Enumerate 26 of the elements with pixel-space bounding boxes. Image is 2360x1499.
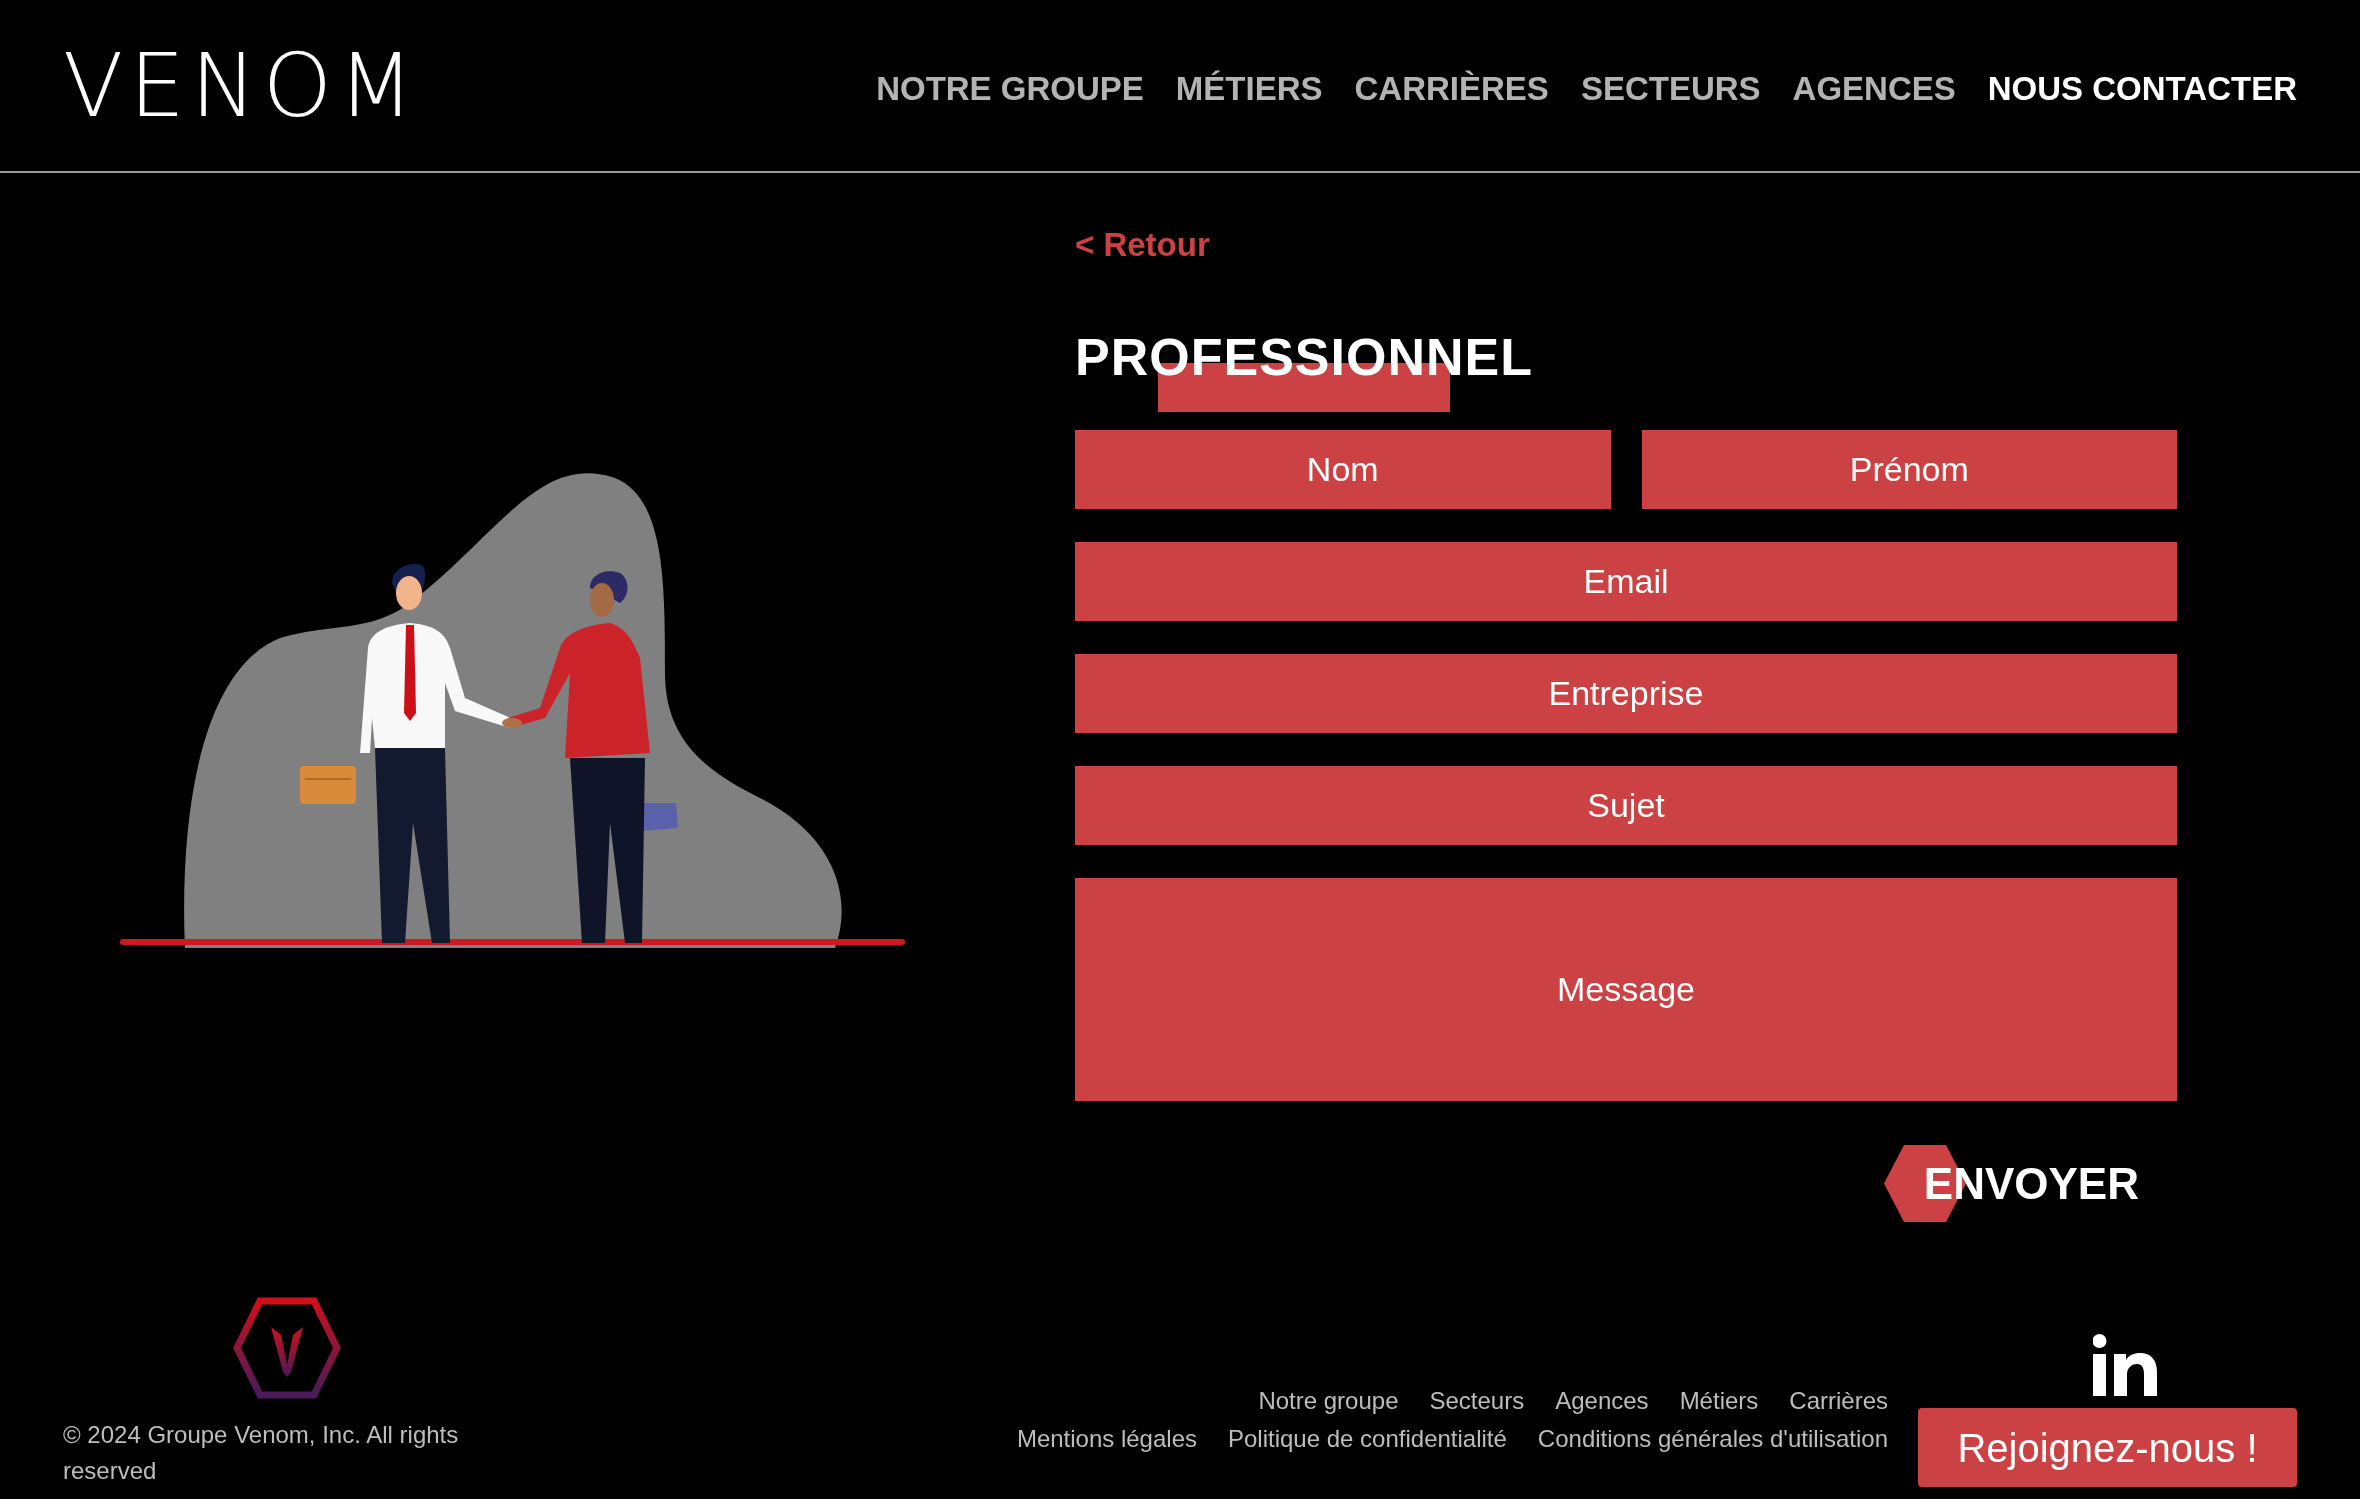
copyright-text: © 2024 Groupe Venom, Inc. All rights reserved bbox=[63, 1420, 460, 1486]
footer-link[interactable]: Mentions légales bbox=[1016, 1427, 1197, 1451]
nav-link[interactable]: AGENCES bbox=[1792, 63, 1956, 114]
footer-link[interactable]: Notre groupe bbox=[1258, 1389, 1399, 1413]
nav-link[interactable]: NOTRE GROUPE bbox=[876, 63, 1144, 114]
nav-link[interactable]: MÉTIERS bbox=[1175, 63, 1323, 114]
input-field[interactable]: Sujet bbox=[1075, 766, 2177, 845]
footer-link[interactable]: Carrières bbox=[1789, 1389, 1888, 1413]
footer-link[interactable]: Métiers bbox=[1679, 1389, 1759, 1413]
linkedin-icon[interactable] bbox=[2093, 1334, 2157, 1396]
input-field[interactable]: Prénom bbox=[1641, 430, 2177, 509]
input-field[interactable]: Entreprise bbox=[1075, 654, 2177, 733]
footer-link[interactable]: Politique de confidentialité bbox=[1228, 1427, 1507, 1451]
back-link[interactable]: < Retour bbox=[1075, 228, 2177, 261]
join-button[interactable]: Rejoignez-nous ! bbox=[1918, 1408, 2297, 1487]
hexagon-logo-icon[interactable] bbox=[233, 1297, 341, 1399]
nav-link[interactable]: CARRIÈRES bbox=[1354, 63, 1549, 114]
nav-link[interactable]: NOUS CONTACTER bbox=[1987, 63, 2297, 114]
footer-link[interactable]: Conditions générales d'utilisation bbox=[1537, 1427, 1888, 1451]
input-field[interactable]: Email bbox=[1075, 542, 2177, 621]
nav-link[interactable]: SECTEURS bbox=[1580, 63, 1761, 114]
input-field[interactable]: Nom bbox=[1075, 430, 1611, 509]
logo[interactable]: VENOM bbox=[63, 41, 420, 130]
footer-link[interactable]: Agences bbox=[1555, 1389, 1649, 1413]
message-field[interactable]: Message bbox=[1075, 878, 2177, 1101]
footer-link[interactable]: Secteurs bbox=[1429, 1389, 1525, 1413]
